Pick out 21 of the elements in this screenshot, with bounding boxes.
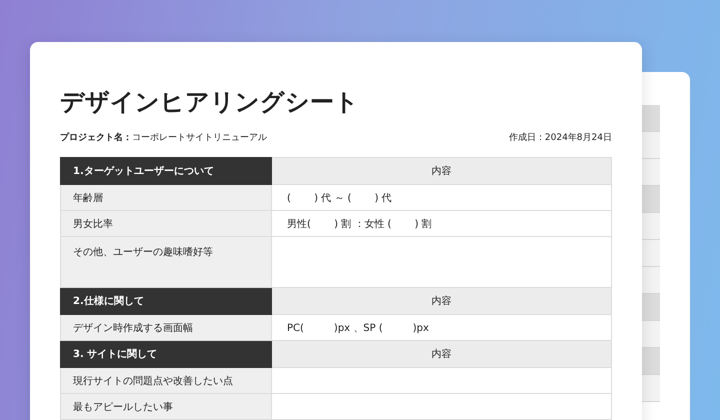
row-label: 最もアピールしたい事 [60,394,272,420]
answer-cell[interactable] [272,394,612,420]
section-heading: 3. サイトに関して [60,340,272,368]
row-label: 現行サイトの問題点や改善したい点 [60,368,272,394]
answer-cell[interactable]: 男性( ) 割 ：女性 ( ) 割 [272,210,612,236]
created-date: 作成日：2024年8月24日 [508,132,612,145]
content-header: 内容 [272,288,612,314]
answer-cell[interactable]: ( ) 代 ～ ( ) 代 [272,184,612,210]
section-heading: 1.ターゲットユーザーについて [60,158,272,184]
content-header: 内容 [272,340,612,368]
answer-cell[interactable] [272,368,612,394]
row-label: その他、ユーザーの趣味嗜好等 [60,236,272,288]
row-label: デザイン時作成する画面幅 [60,314,272,340]
answer-cell[interactable]: PC( )px 、SP ( )px [272,314,612,340]
content-header: 内容 [272,158,612,184]
section-heading: 2.仕様に関して [60,288,272,314]
sheet-title: デザインヒアリングシート [60,87,360,118]
row-label: 男女比率 [60,210,272,236]
project-name: プロジェクト名：コーポレートサイトリニューアル [60,131,267,145]
answer-cell[interactable] [272,236,612,288]
row-label: 年齢層 [60,184,272,210]
